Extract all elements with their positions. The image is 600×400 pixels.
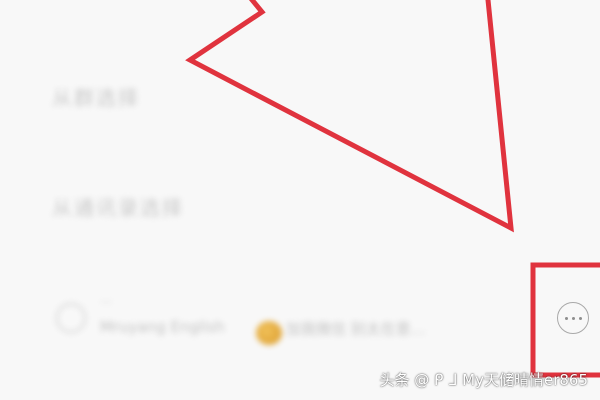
menu-item-select-from-group[interactable]: 从群选择 [52,82,140,111]
more-dots-icon [564,316,568,320]
chat-name: ... [100,292,113,307]
blurred-content: 从群选择 从通讯录选择 ... Mruyang English 加我微信 别太在… [0,0,600,400]
chat-avatar[interactable] [56,303,86,333]
more-dots-icon [578,316,582,320]
chat-preview: Mruyang English [100,318,225,336]
more-dots-icon [571,316,575,320]
more-button[interactable] [557,302,589,334]
screenshot: 从群选择 从通讯录选择 ... Mruyang English 加我微信 别太在… [0,0,600,400]
watermark-text: 头条 @ ᑭ ᒧ My天储晴情er865 [379,371,589,389]
chat-preview-tail: 加我微信 别太在意… [286,320,426,338]
menu-item-select-from-contacts[interactable]: 从通讯录选择 [52,192,184,221]
emoji-icon [256,321,282,345]
